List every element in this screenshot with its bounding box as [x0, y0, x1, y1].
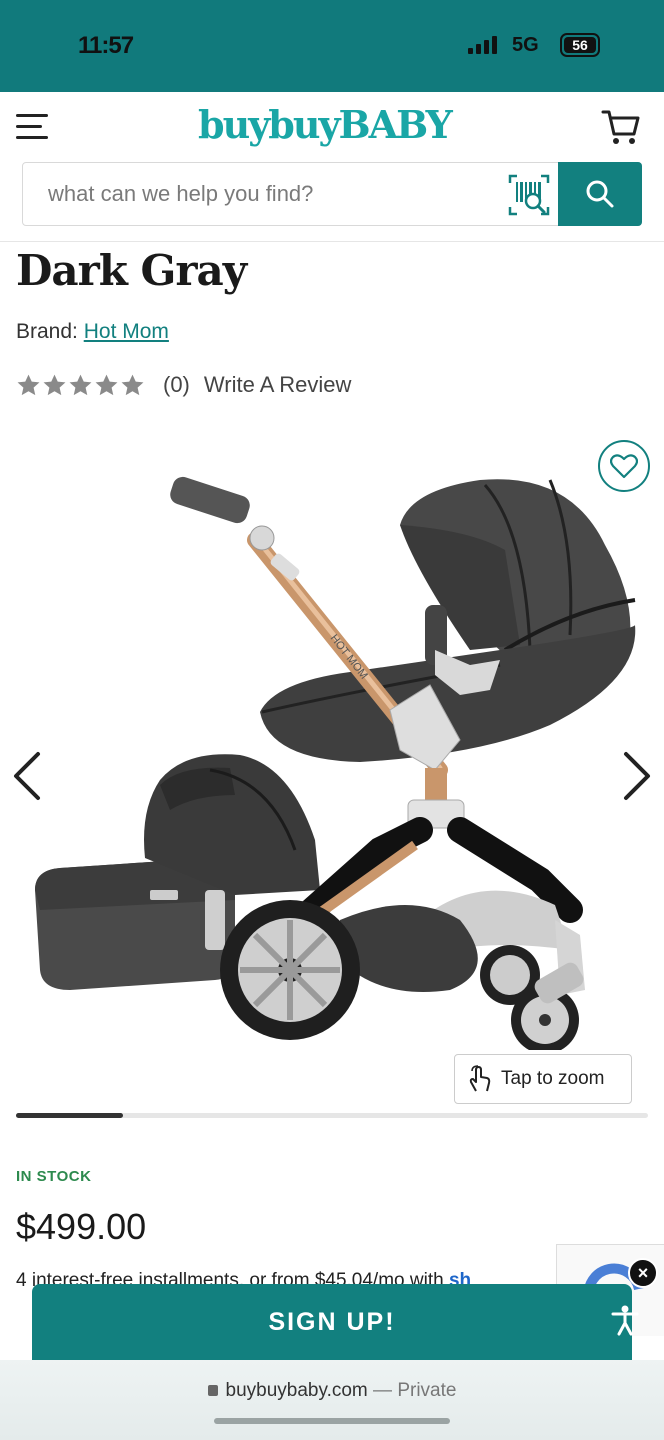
stock-status: IN STOCK: [16, 1168, 92, 1185]
url-domain: buybuybaby.com: [225, 1380, 368, 1401]
browser-url-bar[interactable]: buybuybaby.com — Private: [0, 1360, 664, 1440]
star-icon: [69, 374, 92, 395]
rating-stars[interactable]: [16, 373, 145, 398]
star-icon: [95, 374, 118, 395]
status-time: 11:57: [78, 32, 134, 59]
star-icon: [17, 374, 40, 395]
network-type: 5G: [512, 34, 539, 56]
home-indicator[interactable]: [214, 1418, 450, 1424]
hamburger-icon[interactable]: [16, 114, 50, 142]
write-review-link[interactable]: Write A Review: [204, 372, 352, 398]
site-logo[interactable]: buybuyBABY: [198, 102, 453, 147]
heart-icon: [610, 454, 638, 479]
accessibility-icon[interactable]: [608, 1303, 642, 1337]
rating-row: (0) Write A Review: [16, 372, 351, 398]
product-price: $499.00: [16, 1206, 147, 1247]
tap-to-zoom-button[interactable]: Tap to zoom: [454, 1054, 632, 1104]
star-icon: [43, 374, 66, 395]
star-icon: [121, 374, 144, 395]
chevron-right-icon[interactable]: [620, 750, 654, 802]
wishlist-button[interactable]: [598, 440, 650, 492]
tap-hand-icon: [469, 1065, 491, 1092]
review-count: (0): [163, 372, 190, 397]
gallery-progress-fill: [16, 1113, 124, 1118]
brand-label: Brand:: [16, 320, 78, 343]
search-button[interactable]: [558, 162, 642, 226]
barcode-scan-icon[interactable]: [507, 173, 551, 217]
battery-icon: 56: [560, 33, 600, 57]
brand-link[interactable]: Hot Mom: [84, 320, 169, 343]
product-title: Dark Gray: [16, 246, 247, 295]
brand-line: Brand: Hot Mom: [16, 320, 169, 344]
product-image[interactable]: HOT MOM: [30, 450, 650, 1050]
chevron-left-icon[interactable]: [10, 750, 44, 802]
lock-icon: [207, 1385, 218, 1396]
search-bar: [22, 162, 642, 226]
gallery-progress-bar: [16, 1113, 648, 1118]
product-gallery: HOT MOM Tap to zoom: [0, 420, 664, 1110]
url-display: buybuybaby.com — Private: [0, 1380, 664, 1402]
cart-icon[interactable]: [600, 106, 642, 148]
signal-icon: [468, 36, 497, 54]
close-icon[interactable]: ×: [628, 1258, 658, 1288]
signup-label: SIGN UP!: [268, 1307, 396, 1336]
zoom-label: Tap to zoom: [501, 1068, 605, 1089]
battery-level: 56: [564, 37, 596, 53]
search-input[interactable]: [23, 163, 493, 225]
status-bar: 11:57 5G 56: [0, 0, 664, 92]
site-header: buybuyBABY: [0, 92, 664, 242]
search-icon: [586, 180, 614, 208]
signup-button[interactable]: SIGN UP!: [32, 1284, 632, 1360]
browsing-mode: — Private: [373, 1380, 457, 1401]
